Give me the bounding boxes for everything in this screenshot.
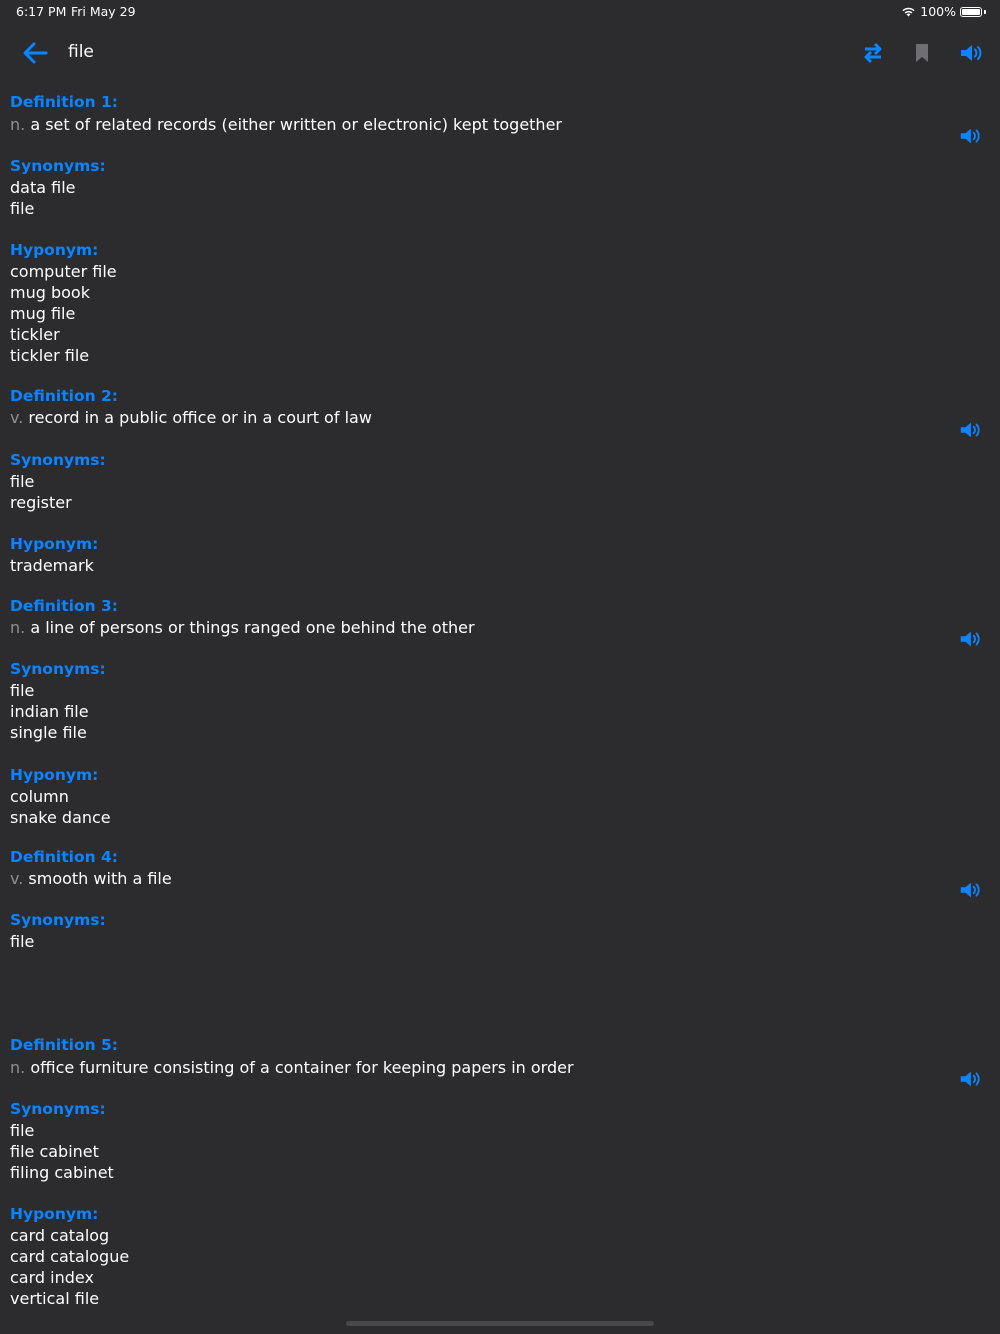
battery-icon (960, 6, 982, 17)
definition-5-text: n. office furniture consisting of a cont… (10, 1057, 574, 1078)
definition-text: a set of related records (either written… (30, 115, 562, 134)
bookmark-button[interactable] (909, 40, 935, 66)
swap-button[interactable] (860, 40, 886, 66)
definition-text: record in a public office or in a court … (28, 408, 372, 427)
battery-percent: 100% (920, 4, 956, 19)
speaker-icon[interactable] (958, 1067, 982, 1091)
hyponym-item[interactable]: trademark (10, 555, 94, 576)
part-of-speech: n. (10, 618, 26, 637)
speaker-icon[interactable] (958, 124, 982, 148)
hyponym-item[interactable]: mug book (10, 282, 90, 303)
speaker-icon[interactable] (958, 627, 982, 651)
status-date: Fri May 29 (71, 4, 136, 19)
definition-4-heading: Definition 4: (10, 848, 119, 866)
synonym-item[interactable]: data file (10, 177, 76, 198)
hyponym-item[interactable]: computer file (10, 261, 117, 282)
definition-text: office furniture consisting of a contain… (30, 1058, 574, 1077)
synonym-item[interactable]: single file (10, 722, 87, 743)
synonym-item[interactable]: file (10, 680, 34, 701)
synonym-item[interactable]: file (10, 471, 34, 492)
synonym-item[interactable]: file cabinet (10, 1141, 99, 1162)
speaker-icon[interactable] (958, 418, 982, 442)
hyponym-label: Hyponym: (10, 766, 99, 784)
status-indicators: 100% (901, 4, 986, 19)
status-bar: 6:17 PM Fri May 29 100% (0, 0, 1000, 24)
arrow-left-icon (23, 42, 48, 64)
hyponym-label: Hyponym: (10, 241, 99, 259)
synonyms-label: Synonyms: (10, 911, 106, 929)
hyponym-item[interactable]: card index (10, 1267, 94, 1288)
bookmark-icon (916, 44, 928, 62)
synonym-item[interactable]: file (10, 931, 34, 952)
part-of-speech: n. (10, 1058, 26, 1077)
back-button[interactable] (20, 40, 50, 66)
synonym-item[interactable]: filing cabinet (10, 1162, 114, 1183)
definition-text: a line of persons or things ranged one b… (30, 618, 475, 637)
home-indicator[interactable] (346, 1321, 654, 1326)
synonyms-label: Synonyms: (10, 157, 106, 175)
hyponym-item[interactable]: column (10, 786, 69, 807)
definition-3-heading: Definition 3: (10, 597, 119, 615)
definition-2-text: v. record in a public office or in a cou… (10, 407, 372, 428)
hyponym-item[interactable]: mug file (10, 303, 75, 324)
synonyms-label: Synonyms: (10, 451, 106, 469)
part-of-speech: n. (10, 115, 26, 134)
search-word: file (68, 42, 94, 62)
hyponym-item[interactable]: card catalogue (10, 1246, 129, 1267)
hyponym-label: Hyponym: (10, 535, 99, 553)
definition-3-text: n. a line of persons or things ranged on… (10, 617, 475, 638)
synonym-item[interactable]: file (10, 1120, 34, 1141)
definition-text: smooth with a file (28, 869, 172, 888)
definition-5-heading: Definition 5: (10, 1036, 119, 1054)
wifi-icon (902, 7, 915, 17)
hyponym-item[interactable]: tickler file (10, 345, 89, 366)
pronounce-word-button[interactable] (958, 40, 984, 66)
definition-4-text: v. smooth with a file (10, 868, 172, 889)
hyponym-item[interactable]: tickler (10, 324, 60, 345)
part-of-speech: v. (10, 408, 24, 427)
hyponym-item[interactable]: card catalog (10, 1225, 109, 1246)
speaker-icon[interactable] (958, 878, 982, 902)
nav-bar: file (0, 28, 1000, 78)
definition-1-heading: Definition 1: (10, 93, 119, 111)
synonyms-label: Synonyms: (10, 1100, 106, 1118)
synonym-item[interactable]: file (10, 198, 34, 219)
synonym-item[interactable]: register (10, 492, 72, 513)
synonyms-label: Synonyms: (10, 660, 106, 678)
hyponym-label: Hyponym: (10, 1205, 99, 1223)
speaker-icon (961, 45, 982, 61)
swap-arrows-icon (864, 42, 882, 64)
hyponym-item[interactable]: snake dance (10, 807, 111, 828)
definition-1-text: n. a set of related records (either writ… (10, 114, 562, 135)
synonym-item[interactable]: indian file (10, 701, 89, 722)
definition-2-heading: Definition 2: (10, 387, 119, 405)
part-of-speech: v. (10, 869, 24, 888)
status-time: 6:17 PM (16, 4, 67, 19)
hyponym-item[interactable]: vertical file (10, 1288, 99, 1309)
